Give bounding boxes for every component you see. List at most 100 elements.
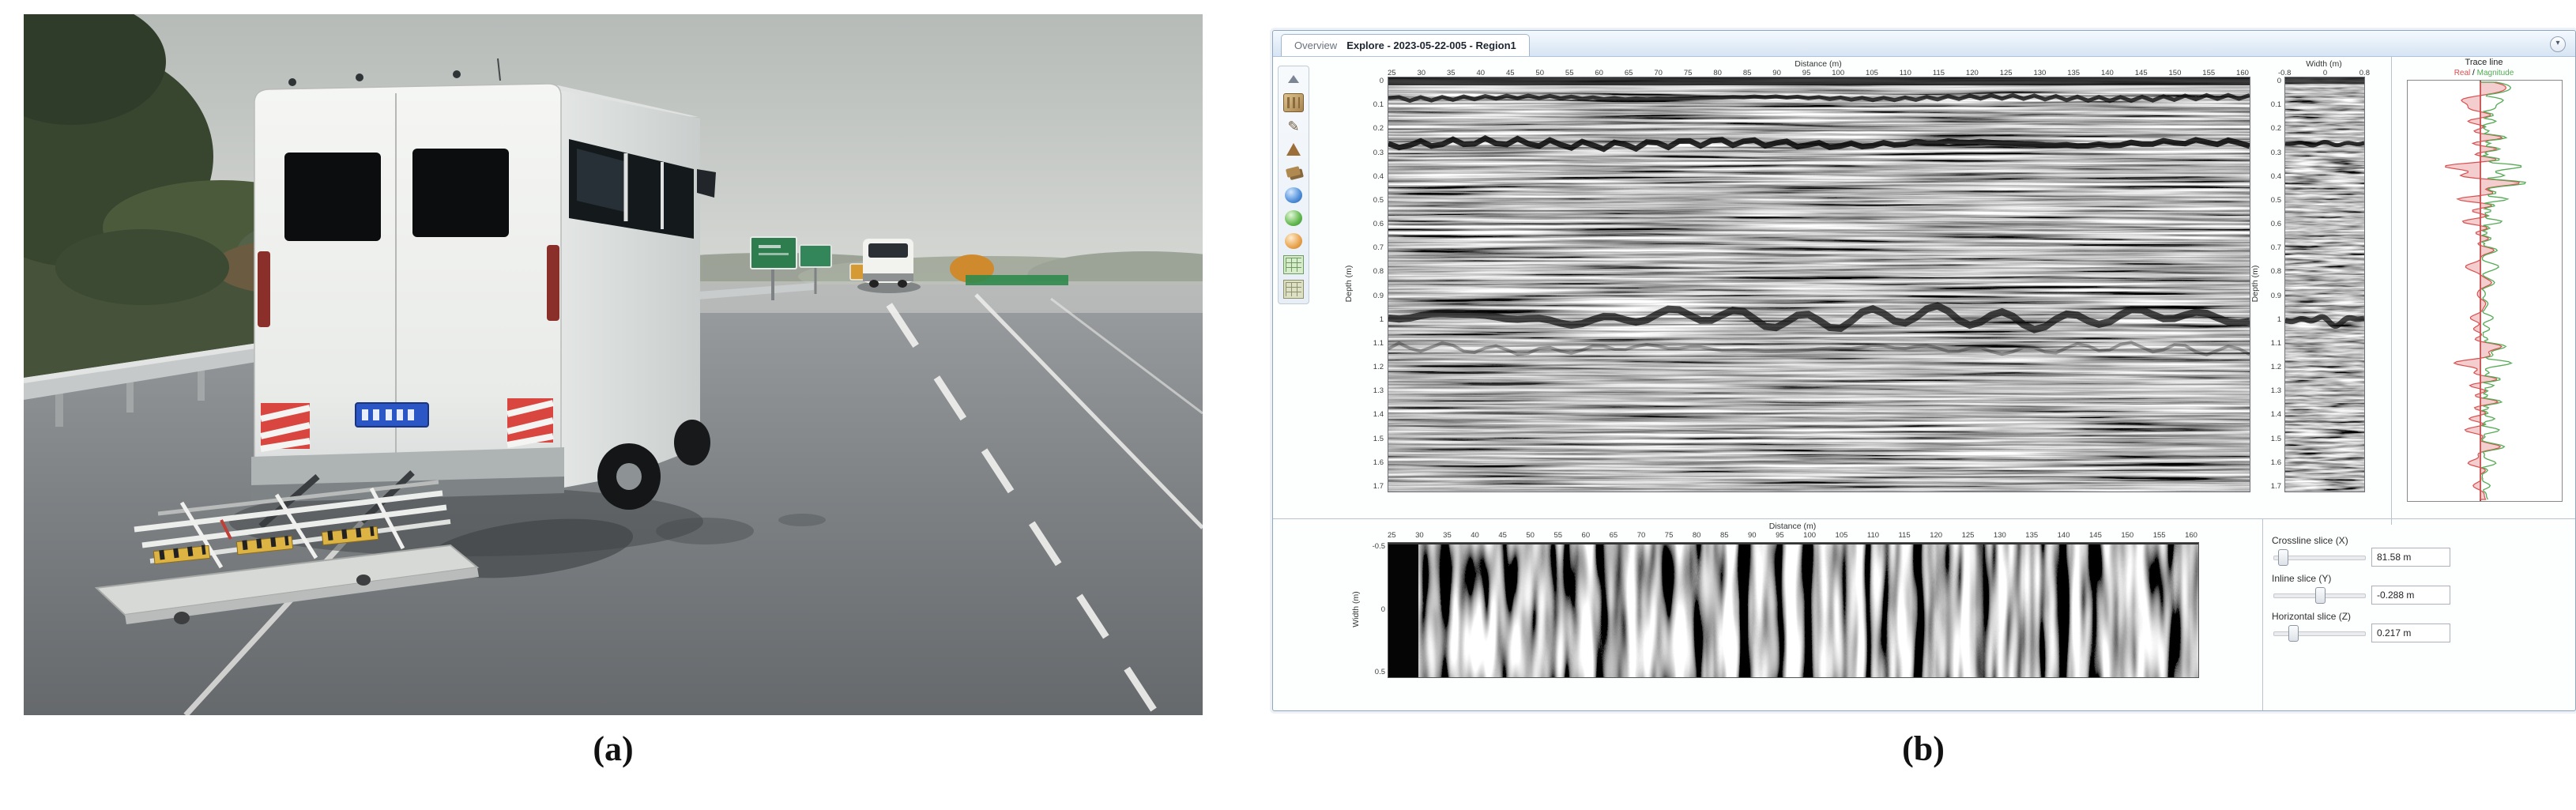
main-yaxis-ticks: 00.10.20.30.40.50.60.70.80.911.11.21.31.… (1357, 77, 1384, 491)
crossline-slider-track[interactable] (2273, 556, 2366, 560)
y-tick-label: 1.3 (1373, 386, 1384, 395)
divider-vertical-bottom (2262, 518, 2263, 710)
horizontal-slider-handle[interactable] (2288, 625, 2299, 642)
y-tick-label: 1 (2277, 315, 2281, 324)
x-tick-label: 60 (1582, 531, 1591, 540)
main-radargram-view[interactable] (1388, 77, 2250, 492)
y-tick-label: 1.5 (1373, 435, 1384, 443)
divider-horizontal (1273, 518, 2575, 519)
crossline-slider-handle[interactable] (2278, 549, 2288, 566)
horizontal-slider-track[interactable] (2273, 631, 2366, 636)
y-tick-label: 0.9 (1373, 292, 1384, 300)
x-tick-label: 110 (1867, 531, 1879, 540)
globe-blue-icon[interactable] (1284, 186, 1303, 204)
grid-olive-icon[interactable] (1283, 280, 1304, 299)
slice-xaxis-ticks: 2530354045505560657075808590951001051101… (1388, 531, 2198, 540)
globe-orange-icon[interactable] (1284, 232, 1303, 250)
x-tick-label: 105 (1836, 531, 1848, 540)
main-xaxis-title: Distance (m) (1388, 59, 2249, 69)
y-tick-label: 0.7 (1373, 243, 1384, 252)
inline-slider-track[interactable] (2273, 593, 2366, 598)
scroll-up-icon[interactable] (1284, 70, 1303, 88)
y-tick-label: 0.9 (2271, 292, 2281, 300)
left-toolbar (1278, 66, 1309, 304)
y-tick-label: 0.4 (1373, 172, 1384, 181)
divider-vertical (2391, 56, 2392, 525)
main-yaxis-title: Depth (m) (1344, 266, 1354, 303)
inline-slider-handle[interactable] (2315, 587, 2326, 604)
x-tick-label: 90 (1748, 531, 1757, 540)
map-icon[interactable] (1283, 93, 1304, 112)
x-tick-label: 100 (1803, 531, 1816, 540)
tab-explore[interactable]: Overview Explore - 2023-05-22-005 - Regi… (1281, 34, 1530, 56)
globe-green-icon[interactable] (1284, 209, 1303, 227)
y-tick-label: 0.2 (1373, 124, 1384, 133)
inline-value-input[interactable] (2371, 586, 2450, 605)
horizontal-slice-view[interactable] (1388, 542, 2199, 678)
legend-separator: / (2472, 69, 2475, 77)
x-tick-label: 25 (1388, 531, 1396, 540)
y-tick-label: 0.1 (1373, 100, 1384, 109)
y-tick-label: 0.8 (1373, 267, 1384, 276)
y-tick-label: 0 (2277, 77, 2281, 85)
y-tick-label: 0.5 (1373, 196, 1384, 205)
x-tick-label: 130 (1994, 531, 2006, 540)
gpr-software-window: Overview Explore - 2023-05-22-005 - Regi… (1272, 30, 2576, 711)
tab-bar: Overview Explore - 2023-05-22-005 - Regi… (1273, 31, 2575, 57)
y-tick-label: 1.5 (2271, 435, 2281, 443)
y-tick-label: 0.6 (1373, 220, 1384, 228)
tab-overview-label[interactable]: Overview (1294, 40, 1337, 51)
y-tick-label: 1.7 (2271, 482, 2281, 491)
trace-panel-title: Trace line (2407, 58, 2561, 67)
legend-real: Real (2454, 69, 2471, 77)
horizontal-value-input[interactable] (2371, 624, 2450, 642)
trace-legend: Real / Magnitude (2407, 69, 2561, 77)
taillight-right (547, 245, 559, 321)
x-tick-label: 160 (2185, 531, 2198, 540)
slice-xaxis-title: Distance (m) (1388, 522, 2198, 531)
x-tick-label: 155 (2153, 531, 2166, 540)
y-tick-label: 0.7 (2271, 243, 2281, 252)
crossline-value-input[interactable] (2371, 548, 2450, 567)
pencil-icon[interactable] (1284, 118, 1303, 135)
y-tick-label: 0.3 (1373, 149, 1384, 157)
slice-yaxis-ticks: -0.500.5 (1363, 542, 1385, 676)
distant-vehicle (857, 239, 921, 293)
y-tick-label: 1.3 (2271, 386, 2281, 395)
legend-magnitude: Magnitude (2477, 69, 2514, 77)
trace-line-view[interactable] (2407, 80, 2563, 502)
x-tick-label: 85 (1720, 531, 1729, 540)
cone-icon[interactable] (1284, 141, 1303, 158)
crossline-slider-label: Crossline slice (X) (2272, 535, 2564, 546)
caption-b: (b) (1272, 729, 2574, 769)
x-tick-label: 95 (1776, 531, 1784, 540)
y-tick-label: 0.6 (2271, 220, 2281, 228)
x-tick-label: 120 (1930, 531, 1942, 540)
x-tick-label: 80 (1693, 531, 1701, 540)
y-tick-label: 0.1 (2271, 100, 2281, 109)
y-tick-label: 1.6 (2271, 458, 2281, 467)
collapse-button[interactable]: ▾ (2550, 36, 2566, 52)
grid-green-icon[interactable] (1283, 255, 1304, 274)
y-tick-label: -0.5 (1373, 542, 1385, 551)
y-tick-label: 1.1 (1373, 339, 1384, 348)
y-tick-label: 0.4 (2271, 172, 2281, 181)
slice-controls: Crossline slice (X) Inline slice (Y) Hor… (2272, 535, 2564, 646)
tab-active-label: Explore - 2023-05-22-005 - Region1 (1346, 40, 1516, 51)
y-tick-label: 0.3 (2271, 149, 2281, 157)
x-tick-label: 30 (1415, 531, 1424, 540)
width-yaxis-title: Depth (m) (2250, 266, 2260, 303)
y-tick-label: 0.2 (2271, 124, 2281, 133)
chevron-down-icon: ▾ (2555, 39, 2559, 47)
y-tick-label: 1.2 (1373, 363, 1384, 371)
survey-photo-svg (24, 14, 1203, 715)
width-section-view[interactable] (2284, 77, 2365, 492)
y-tick-label: 0.5 (1375, 668, 1385, 676)
y-tick-label: 1.4 (2271, 410, 2281, 419)
rear-window-left (284, 153, 381, 241)
x-tick-label: 55 (1554, 531, 1562, 540)
stamp-icon[interactable] (1284, 164, 1303, 181)
reflective-chevron-left (261, 403, 310, 449)
x-tick-label: 40 (1471, 531, 1479, 540)
x-tick-label: 75 (1665, 531, 1674, 540)
